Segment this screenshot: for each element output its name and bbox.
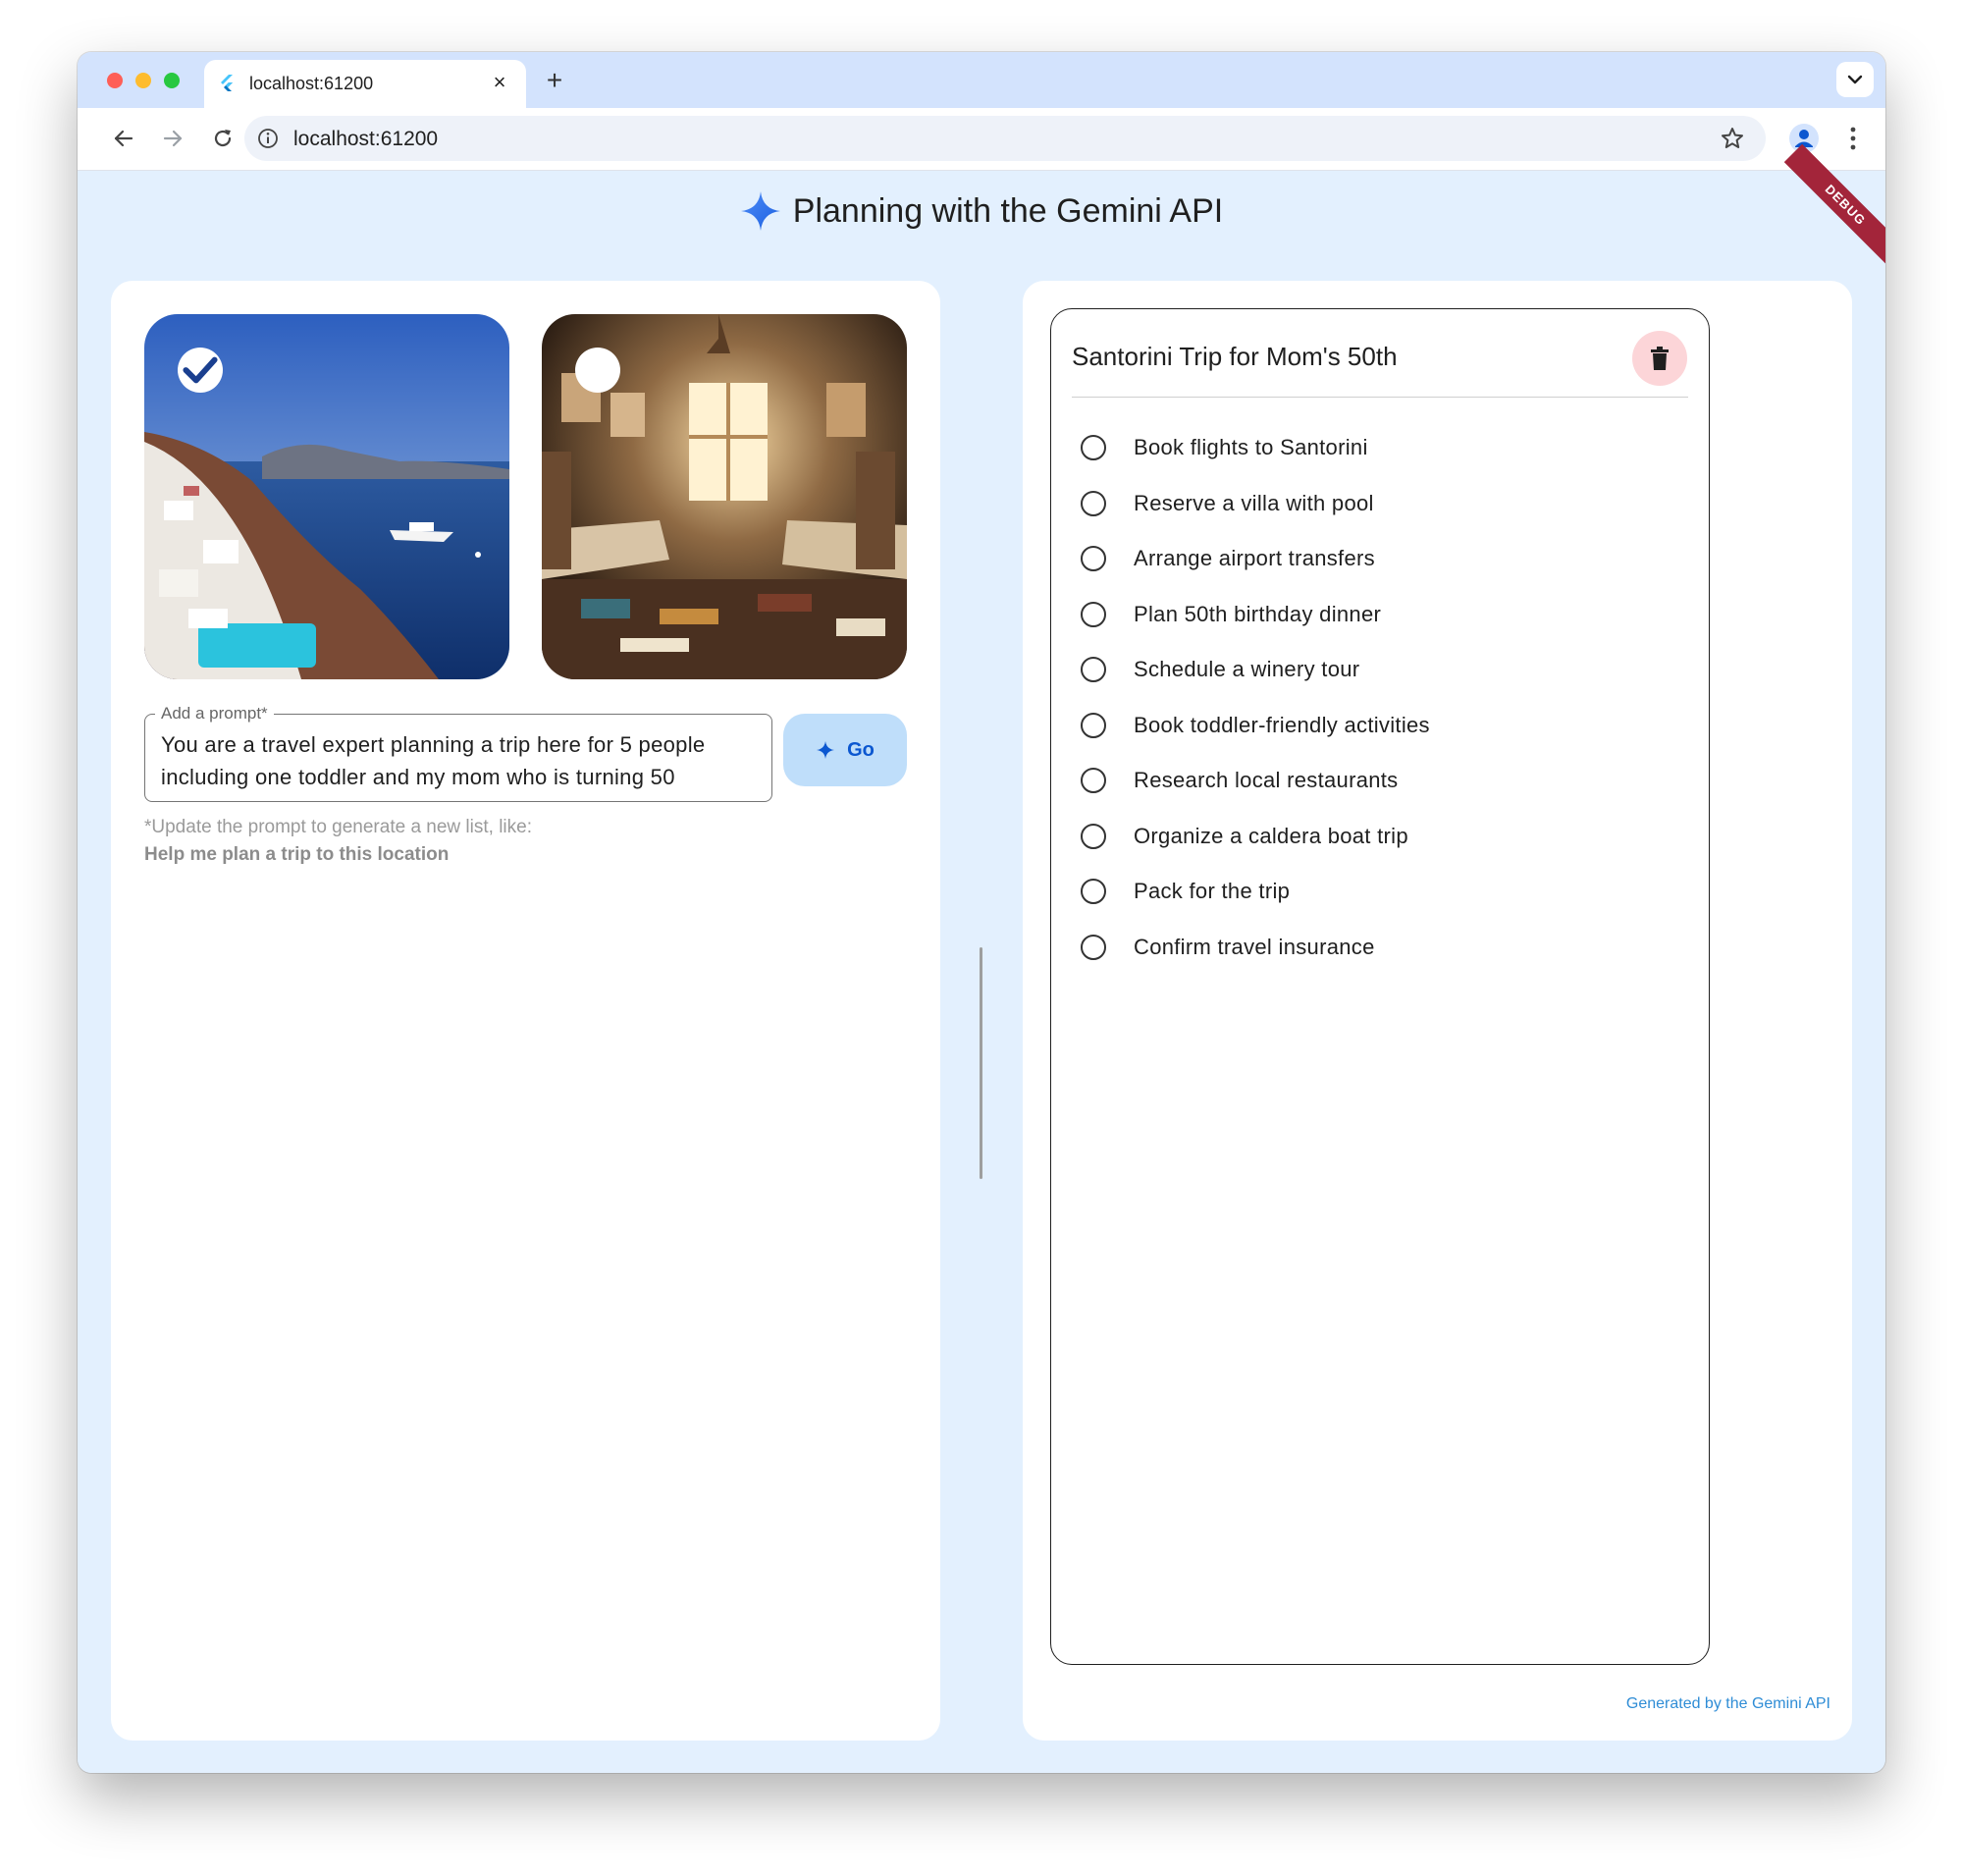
task-label: Organize a caldera boat trip <box>1134 823 1408 848</box>
task-label: Arrange airport transfers <box>1134 546 1375 571</box>
list-item[interactable]: Reserve a villa with pool <box>1081 476 1670 532</box>
maximize-window-button[interactable] <box>164 73 180 88</box>
task-label: Book flights to Santorini <box>1134 435 1368 460</box>
task-label: Book toddler-friendly activities <box>1134 712 1430 737</box>
arrow-left-icon <box>114 130 133 147</box>
selected-check-badge[interactable] <box>178 348 223 393</box>
flutter-icon <box>221 75 233 91</box>
radio-circle-icon[interactable] <box>1081 934 1106 960</box>
radio-circle-icon[interactable] <box>1081 657 1106 683</box>
app-content: Planning with the Gemini API DEBUG Add a… <box>78 143 1885 1773</box>
radio-circle-icon[interactable] <box>1081 490 1106 516</box>
task-label: Plan 50th birthday dinner <box>1134 601 1382 626</box>
list-item[interactable]: Confirm travel insurance <box>1081 920 1670 976</box>
todo-panel: Santorini Trip for Mom's 50th Book fligh… <box>1023 281 1852 1741</box>
more-vert-icon[interactable] <box>1838 122 1868 155</box>
radio-circle-icon[interactable] <box>1081 435 1106 461</box>
radio-circle-icon[interactable] <box>1081 601 1106 627</box>
radio-circle-icon[interactable] <box>1081 879 1106 905</box>
unselected-badge[interactable] <box>575 348 620 393</box>
go-label: Go <box>847 738 875 761</box>
radio-circle-icon[interactable] <box>1081 712 1106 738</box>
list-item[interactable]: Pack for the trip <box>1081 864 1670 920</box>
image-option-bedroom[interactable] <box>542 314 907 679</box>
prompt-hint: *Update the prompt to generate a new lis… <box>144 817 533 837</box>
radio-circle-icon[interactable] <box>1081 768 1106 794</box>
radio-circle-icon[interactable] <box>1081 546 1106 572</box>
chevron-down-icon <box>1847 75 1863 84</box>
list-item[interactable]: Book flights to Santorini <box>1081 420 1670 476</box>
task-list: Book flights to Santorini Reserve a vill… <box>1081 420 1670 975</box>
minimize-window-button[interactable] <box>135 73 151 88</box>
back-button[interactable] <box>107 122 140 155</box>
prompt-panel: Add a prompt* You are a travel expert pl… <box>111 281 940 1741</box>
go-button[interactable]: Go <box>783 714 907 786</box>
url-text[interactable]: localhost:61200 <box>293 128 438 151</box>
close-window-button[interactable] <box>107 73 123 88</box>
sparkle-icon <box>817 741 835 759</box>
task-label: Pack for the trip <box>1134 879 1291 904</box>
tab-bar: localhost:61200 × + <box>78 52 1885 108</box>
delete-list-button[interactable] <box>1632 331 1687 386</box>
title-divider <box>1072 397 1688 398</box>
reload-icon <box>214 130 232 147</box>
gemini-sparkle-icon <box>740 191 780 231</box>
address-bar[interactable]: localhost:61200 <box>244 116 1766 161</box>
close-tab-icon[interactable]: × <box>487 70 512 95</box>
prompt-label: Add a prompt* <box>155 704 274 724</box>
prompt-text[interactable]: You are a travel expert planning a trip … <box>161 728 750 793</box>
radio-circle-icon[interactable] <box>1081 823 1106 849</box>
list-item[interactable]: Arrange airport transfers <box>1081 531 1670 587</box>
list-item[interactable]: Research local restaurants <box>1081 753 1670 809</box>
todo-list-card: Santorini Trip for Mom's 50th Book fligh… <box>1050 308 1710 1665</box>
task-label: Reserve a villa with pool <box>1134 490 1374 515</box>
list-item[interactable]: Organize a caldera boat trip <box>1081 809 1670 865</box>
task-label: Research local restaurants <box>1134 768 1399 793</box>
arrow-right-icon <box>163 130 183 147</box>
list-item[interactable]: Plan 50th birthday dinner <box>1081 587 1670 643</box>
browser-tab[interactable]: localhost:61200 × <box>204 60 526 108</box>
prompt-example: Help me plan a trip to this location <box>144 844 450 865</box>
panel-resize-handle[interactable] <box>980 947 982 1179</box>
trash-icon <box>1651 347 1669 370</box>
page-title: Planning with the Gemini API <box>792 191 1224 230</box>
list-item[interactable]: Schedule a winery tour <box>1081 642 1670 698</box>
browser-window: localhost:61200 × + localhost:61200 Plan… <box>78 52 1885 1773</box>
image-option-santorini[interactable] <box>144 314 509 679</box>
reload-button[interactable] <box>206 122 239 155</box>
app-header: Planning with the Gemini API <box>78 187 1885 236</box>
new-tab-button[interactable]: + <box>539 65 570 96</box>
browser-toolbar: localhost:61200 <box>78 108 1885 171</box>
tab-title: localhost:61200 <box>249 74 374 93</box>
site-info-icon[interactable] <box>256 127 280 150</box>
task-label: Schedule a winery tour <box>1134 657 1360 682</box>
forward-button[interactable] <box>156 122 189 155</box>
task-label: Confirm travel insurance <box>1134 934 1375 959</box>
tab-search-button[interactable] <box>1836 62 1874 97</box>
prompt-input[interactable]: Add a prompt* You are a travel expert pl… <box>144 704 772 802</box>
check-icon <box>183 356 218 384</box>
list-item[interactable]: Book toddler-friendly activities <box>1081 698 1670 754</box>
todo-list-title: Santorini Trip for Mom's 50th <box>1072 342 1398 371</box>
gemini-credit-link[interactable]: Generated by the Gemini API <box>1626 1695 1830 1713</box>
bookmark-star-icon[interactable] <box>1719 125 1746 152</box>
